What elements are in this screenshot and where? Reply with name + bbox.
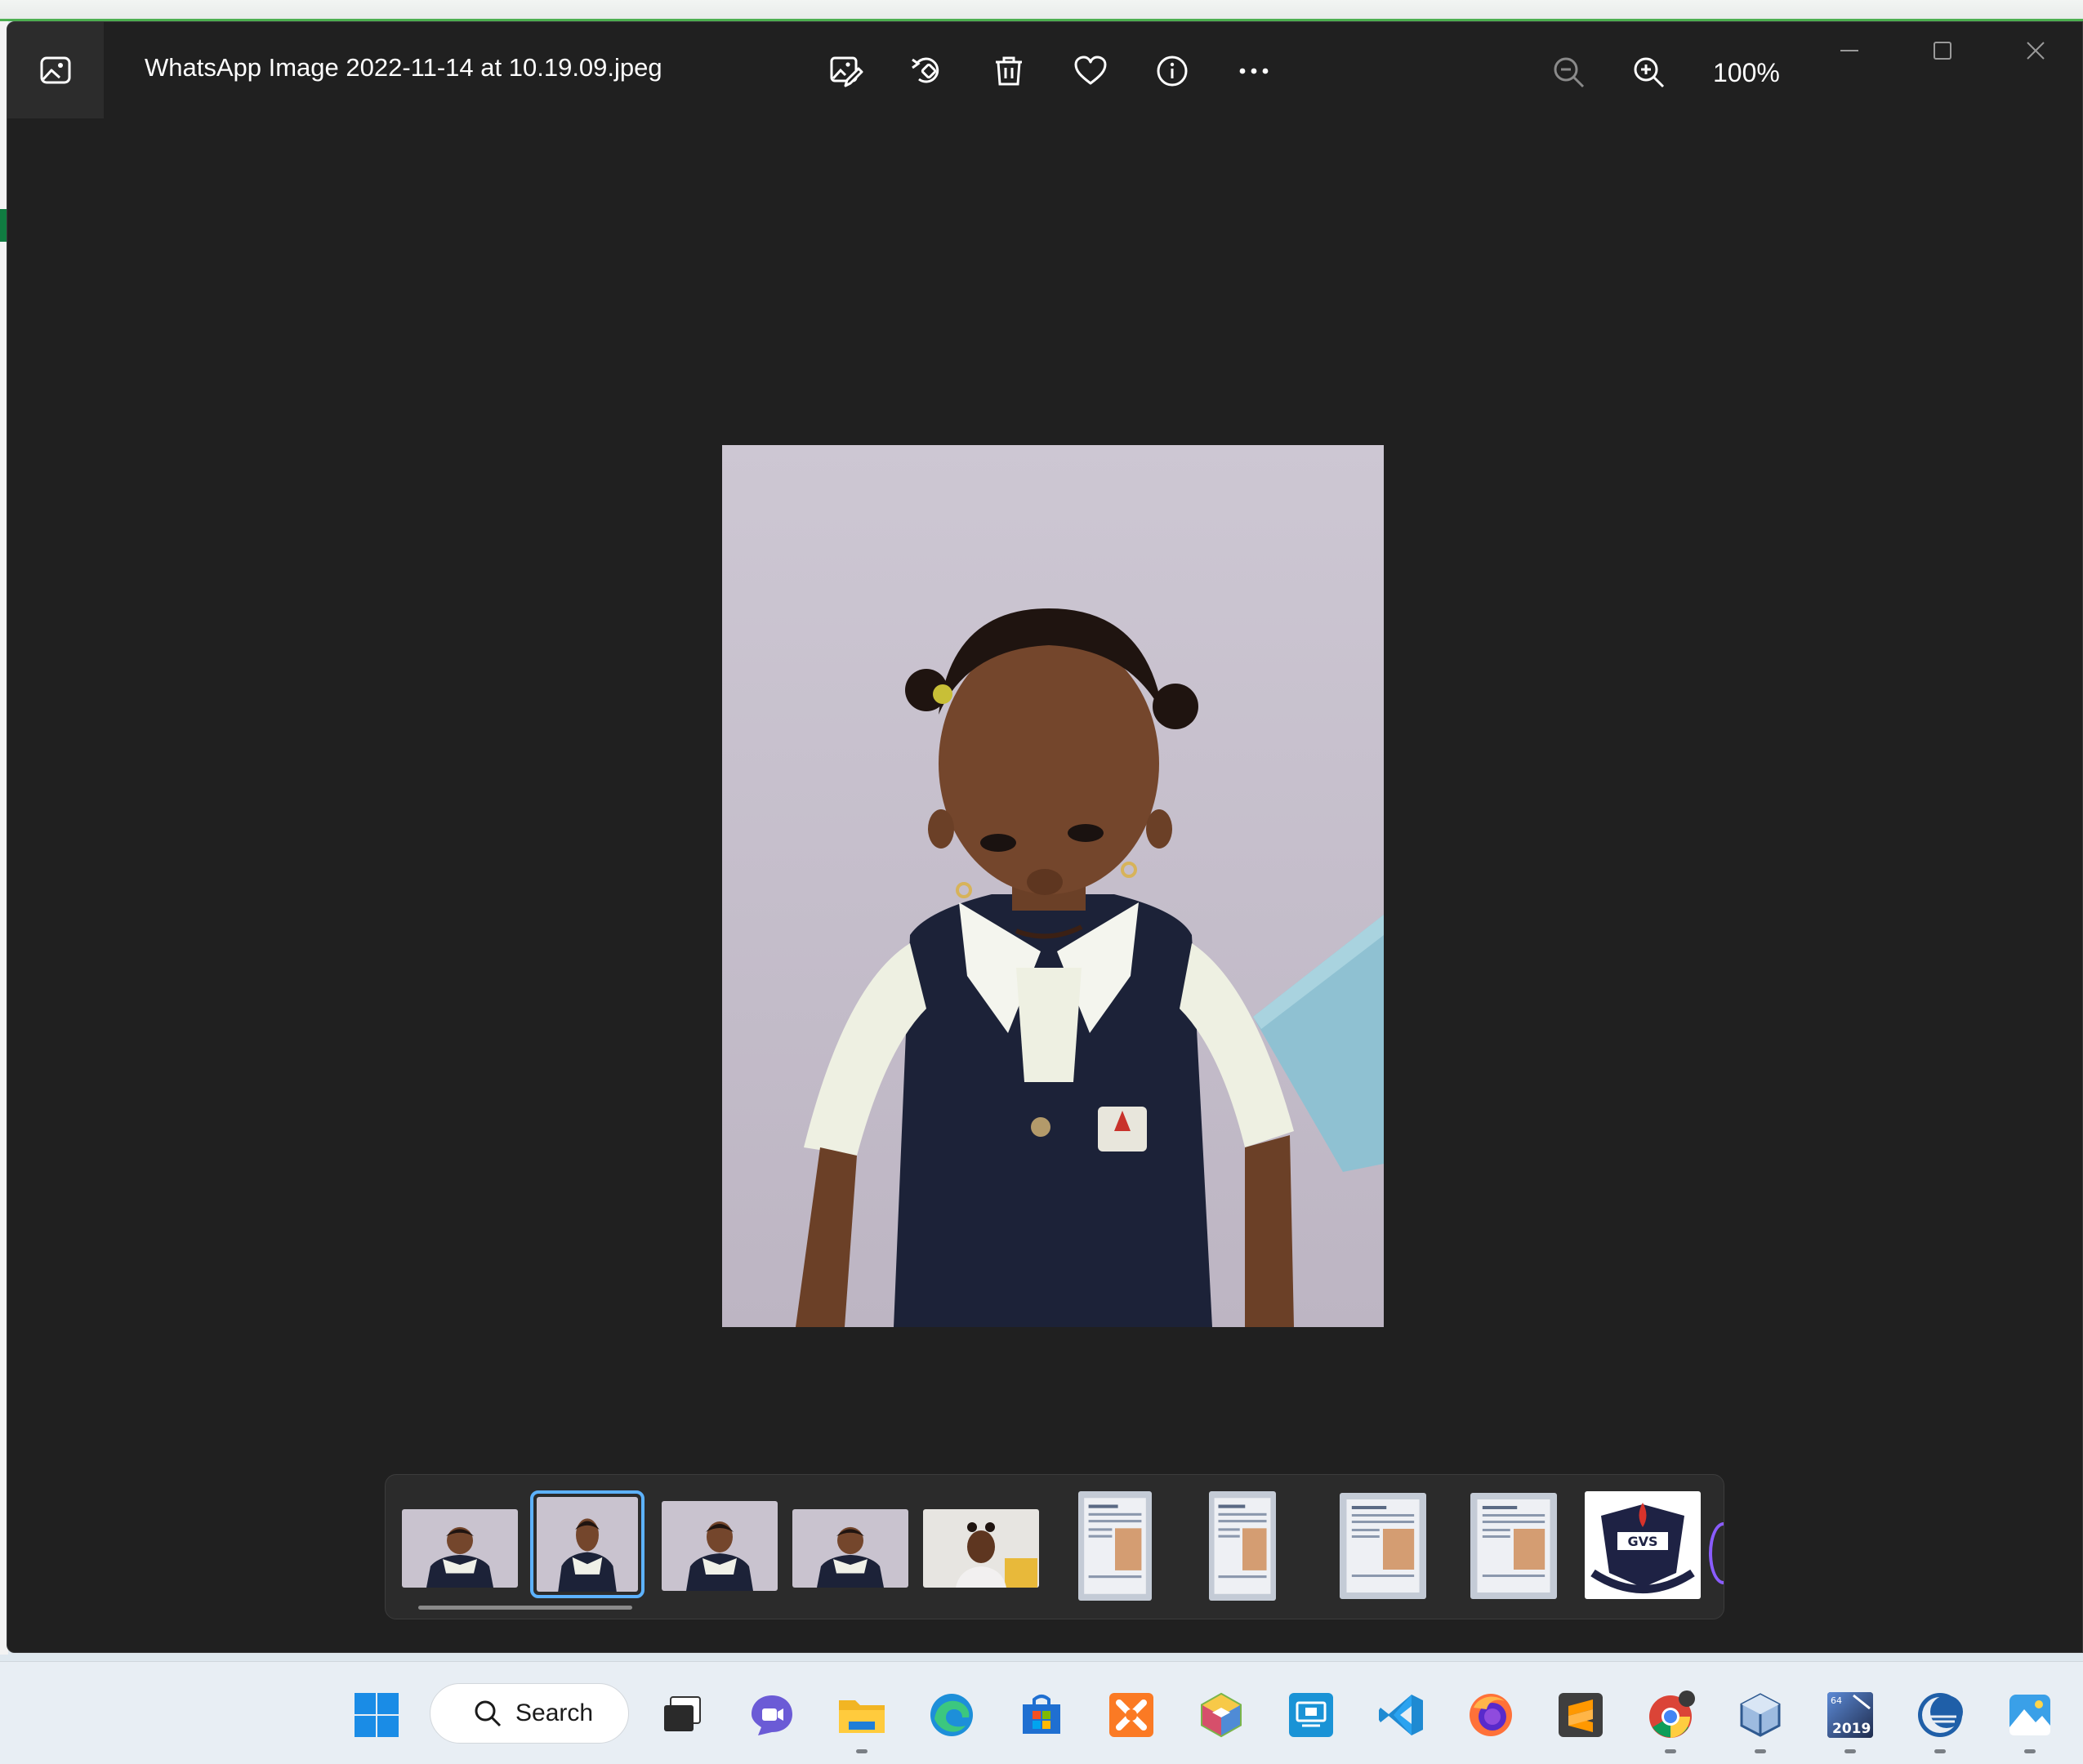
running-indicator	[1844, 1749, 1856, 1753]
vs-badge-bits: 64	[1831, 1695, 1842, 1706]
running-indicator	[856, 1749, 868, 1753]
filmstrip-thumbnail[interactable]	[1470, 1493, 1557, 1599]
firefox-button[interactable]	[1464, 1688, 1518, 1742]
chrome-button[interactable]	[1644, 1688, 1697, 1753]
photos-icon	[2009, 1695, 2050, 1735]
running-indicator	[1665, 1749, 1676, 1753]
xampp-button[interactable]	[1104, 1688, 1158, 1742]
filmstrip-thumbnail[interactable]	[1340, 1493, 1426, 1599]
delete-button[interactable]	[983, 45, 1035, 97]
store-icon	[1023, 1695, 1060, 1734]
zoom-out-button[interactable]	[1543, 47, 1595, 99]
minimize-button[interactable]	[1803, 22, 1896, 79]
close-icon	[2027, 42, 2045, 60]
vs-code-icon	[1379, 1695, 1423, 1735]
main-photo[interactable]	[722, 445, 1384, 1327]
start-button[interactable]	[350, 1688, 404, 1742]
task-view-icon	[664, 1696, 701, 1731]
vs-badge-year: 2019	[1832, 1721, 1871, 1737]
search-icon	[475, 1700, 502, 1727]
favorite-button[interactable]	[1064, 45, 1117, 97]
zoom-in-icon	[1634, 57, 1665, 88]
zoom-controls: 100%	[1543, 47, 1780, 99]
running-indicator	[1934, 1749, 1946, 1753]
sublime-text-button[interactable]	[1554, 1688, 1608, 1742]
running-indicator	[2024, 1749, 2036, 1753]
vs-code-button[interactable]	[1374, 1688, 1428, 1742]
maximize-icon	[1934, 42, 1951, 60]
edit-image-icon	[830, 56, 863, 87]
teams-chat-icon	[752, 1695, 792, 1735]
photo-toolbar	[819, 47, 1280, 96]
virtualbox-button[interactable]	[1733, 1688, 1787, 1753]
filmstrip-scrollbar[interactable]	[418, 1606, 632, 1610]
minimize-icon	[1840, 50, 1858, 51]
windows-logo-icon	[355, 1693, 399, 1737]
background-window-strip	[0, 0, 2083, 21]
filmstrip-thumbnail[interactable]	[923, 1509, 1039, 1588]
edge-icon	[930, 1694, 973, 1736]
filmstrip-thumbnail[interactable]	[1209, 1491, 1276, 1601]
filmstrip-thumbnail[interactable]	[1078, 1491, 1152, 1601]
virtualbox-icon	[1740, 1693, 1781, 1737]
photos-app-taskbar-button[interactable]	[2003, 1688, 2057, 1753]
filmstrip-thumbnail[interactable]	[662, 1501, 778, 1591]
svg-text:GVS: GVS	[1627, 1534, 1657, 1549]
photos-app-icon[interactable]	[7, 22, 104, 118]
title-bar: WhatsApp Image 2022-11-14 at 10.19.09.jp…	[7, 22, 2082, 120]
window-controls	[1803, 22, 2082, 79]
maximize-button[interactable]	[1896, 22, 1989, 79]
taskbar-search[interactable]: Search	[430, 1683, 629, 1744]
3d-cube-icon	[1201, 1692, 1242, 1738]
filmstrip: GVS	[385, 1474, 1724, 1619]
folder-icon	[839, 1700, 885, 1733]
sublime-text-icon	[1559, 1693, 1603, 1737]
close-button[interactable]	[1989, 22, 2082, 79]
filmstrip-thumbnail[interactable]: GVS	[1585, 1491, 1701, 1599]
chrome-icon	[1649, 1690, 1695, 1738]
filmstrip-thumbnail[interactable]	[402, 1509, 518, 1588]
zoom-out-icon	[1554, 57, 1585, 88]
edit-image-button[interactable]	[819, 45, 872, 97]
teams-chat-button[interactable]	[745, 1688, 799, 1742]
xampp-icon	[1109, 1693, 1153, 1737]
taskbar: Search 64 2019	[0, 1661, 2083, 1764]
selected-thumbnail-frame	[530, 1490, 645, 1598]
background-accent-mark	[0, 209, 7, 242]
visual-studio-2019-button[interactable]: 64 2019	[1823, 1688, 1877, 1753]
3d-viewer-button[interactable]	[1194, 1688, 1248, 1742]
edge-button[interactable]	[925, 1688, 979, 1742]
file-explorer-button[interactable]	[835, 1688, 889, 1753]
remote-desktop-button[interactable]	[1284, 1688, 1338, 1742]
heart-icon	[1074, 56, 1107, 85]
microsoft-store-button[interactable]	[1015, 1688, 1068, 1742]
zoom-in-button[interactable]	[1623, 47, 1675, 99]
rotate-button[interactable]	[901, 45, 953, 97]
photos-app-window: WhatsApp Image 2022-11-14 at 10.19.09.jp…	[7, 21, 2083, 1653]
info-icon	[1157, 56, 1188, 87]
rotate-icon	[912, 57, 939, 83]
eclipse-button[interactable]	[1913, 1688, 1967, 1753]
filmstrip-next-indicator[interactable]	[1709, 1522, 1724, 1584]
more-dots-icon	[1239, 68, 1269, 74]
firefox-icon	[1470, 1694, 1512, 1736]
task-view-button[interactable]	[655, 1688, 709, 1742]
eclipse-icon	[1918, 1693, 1963, 1737]
file-name-title: WhatsApp Image 2022-11-14 at 10.19.09.jp…	[145, 53, 662, 82]
running-indicator	[1755, 1749, 1766, 1753]
zoom-level-readout[interactable]: 100%	[1713, 58, 1780, 88]
filmstrip-thumbnail[interactable]	[792, 1509, 908, 1588]
file-info-button[interactable]	[1146, 45, 1198, 97]
remote-desktop-icon	[1289, 1693, 1333, 1737]
see-more-button[interactable]	[1228, 45, 1280, 97]
trash-icon	[996, 56, 1022, 86]
search-label: Search	[515, 1699, 594, 1726]
visual-studio-badge-icon: 64 2019	[1827, 1692, 1873, 1738]
